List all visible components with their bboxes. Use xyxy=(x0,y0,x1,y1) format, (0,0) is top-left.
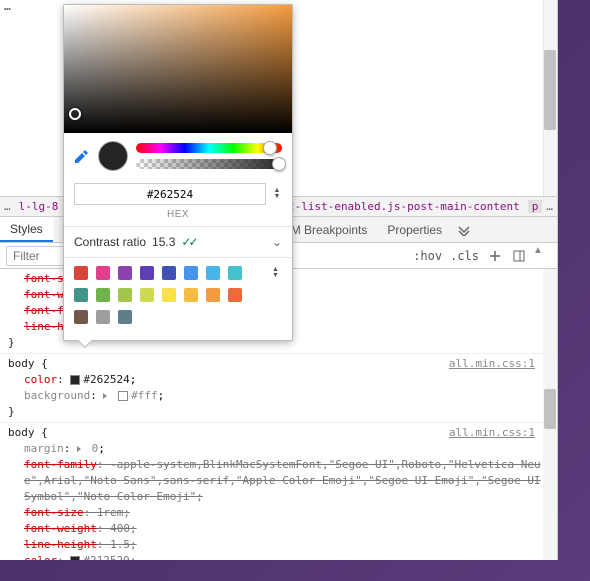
palette-swatch[interactable] xyxy=(228,266,242,280)
styles-scrollbar[interactable] xyxy=(543,269,557,560)
palette-swatch[interactable] xyxy=(184,266,198,280)
palette-swatch[interactable] xyxy=(140,266,154,280)
scrollbar-thumb[interactable] xyxy=(544,50,556,130)
current-color-preview xyxy=(98,141,128,171)
css-declaration[interactable]: font-family: -apple-system,BlinkMacSyste… xyxy=(8,457,549,505)
palette-swatch[interactable] xyxy=(118,288,132,302)
saturation-value-field[interactable] xyxy=(64,5,292,133)
palette-swatch[interactable] xyxy=(96,288,110,302)
hex-input[interactable] xyxy=(74,183,266,205)
palette-swatch[interactable] xyxy=(206,266,220,280)
breadcrumb-item[interactable]: l-lg-8 xyxy=(15,200,63,213)
contrast-pass-icon: ✓✓ xyxy=(181,235,195,249)
expand-icon[interactable] xyxy=(103,393,107,399)
dom-more-icon: … xyxy=(4,0,11,13)
css-declaration[interactable]: color: #212529; xyxy=(8,553,549,560)
contrast-ratio-row[interactable]: Contrast ratio 15.3 ✓✓ ⌄ xyxy=(64,226,292,257)
hue-slider[interactable] xyxy=(136,143,282,153)
palette-switcher[interactable]: ▲▼ xyxy=(272,267,282,279)
css-declaration[interactable]: font-size: 1rem; xyxy=(8,505,549,521)
css-source-link[interactable]: all.min.css:1 xyxy=(449,356,535,372)
palette-swatch[interactable] xyxy=(184,288,198,302)
color-swatch[interactable] xyxy=(70,556,80,560)
alpha-slider[interactable] xyxy=(136,159,282,169)
chevron-down-icon[interactable]: ⌄ xyxy=(272,235,282,249)
contrast-label: Contrast ratio xyxy=(74,235,146,249)
breadcrumb-item-selected[interactable]: p xyxy=(528,200,543,213)
hov-toggle[interactable]: :hov xyxy=(413,249,442,263)
elements-scrollbar[interactable] xyxy=(543,0,557,196)
css-declaration[interactable]: font-weight: 400; xyxy=(8,521,549,537)
palette-swatch[interactable] xyxy=(162,266,176,280)
css-rule: all.min.css:1 body { margin: 0; font-fam… xyxy=(0,423,557,560)
css-declaration[interactable]: margin: 0; xyxy=(8,441,549,457)
css-rule: all.min.css:1 body { color: #262524; bac… xyxy=(0,354,557,423)
toggle-sidebar-icon[interactable] xyxy=(511,248,527,264)
color-swatch[interactable] xyxy=(118,391,128,401)
contrast-value: 15.3 xyxy=(152,235,175,249)
toolbar-scroll-up[interactable]: ▲ xyxy=(533,245,543,256)
color-palette: ▲▼ xyxy=(64,257,292,340)
color-picker: ▲▼ HEX Contrast ratio 15.3 ✓✓ ⌄ ▲▼ xyxy=(63,4,293,341)
css-declaration[interactable]: background: #fff; xyxy=(8,388,549,404)
hue-handle[interactable] xyxy=(263,141,277,155)
css-brace: } xyxy=(8,404,549,420)
sv-handle[interactable] xyxy=(69,108,81,120)
css-declaration[interactable]: line-height: 1.5; xyxy=(8,537,549,553)
css-source-link[interactable]: all.min.css:1 xyxy=(449,425,535,441)
breadcrumb-more-right[interactable]: … xyxy=(546,200,553,213)
color-swatch[interactable] xyxy=(70,375,80,385)
breadcrumb-more-left[interactable]: … xyxy=(4,200,11,213)
palette-swatch[interactable] xyxy=(140,288,154,302)
palette-swatch[interactable] xyxy=(118,266,132,280)
format-switcher[interactable]: ▲▼ xyxy=(272,188,282,200)
devtools-window: … <P></P> == $0 <p> code search tools.</… xyxy=(0,0,558,560)
css-declaration[interactable]: color: #262524; xyxy=(8,372,549,388)
palette-swatch[interactable] xyxy=(96,310,110,324)
palette-swatch[interactable] xyxy=(228,288,242,302)
new-rule-icon[interactable] xyxy=(487,248,503,264)
palette-swatch[interactable] xyxy=(206,288,220,302)
palette-swatch[interactable] xyxy=(118,310,132,324)
palette-swatch[interactable] xyxy=(74,310,88,324)
palette-swatch[interactable] xyxy=(74,266,88,280)
breadcrumb-item[interactable]: smart-list-enabled.js-post-main-content xyxy=(257,200,523,213)
cls-toggle[interactable]: .cls xyxy=(450,249,479,263)
palette-swatch[interactable] xyxy=(74,288,88,302)
eyedropper-icon[interactable] xyxy=(74,148,90,164)
hex-label: HEX xyxy=(64,209,292,226)
palette-swatch[interactable] xyxy=(96,266,110,280)
tabs-overflow-icon[interactable] xyxy=(452,217,476,242)
alpha-handle[interactable] xyxy=(272,157,286,171)
expand-icon[interactable] xyxy=(77,446,81,452)
tab-properties[interactable]: Properties xyxy=(377,217,452,242)
tab-styles[interactable]: Styles xyxy=(0,217,53,242)
scrollbar-thumb[interactable] xyxy=(544,389,556,429)
palette-swatch[interactable] xyxy=(162,288,176,302)
